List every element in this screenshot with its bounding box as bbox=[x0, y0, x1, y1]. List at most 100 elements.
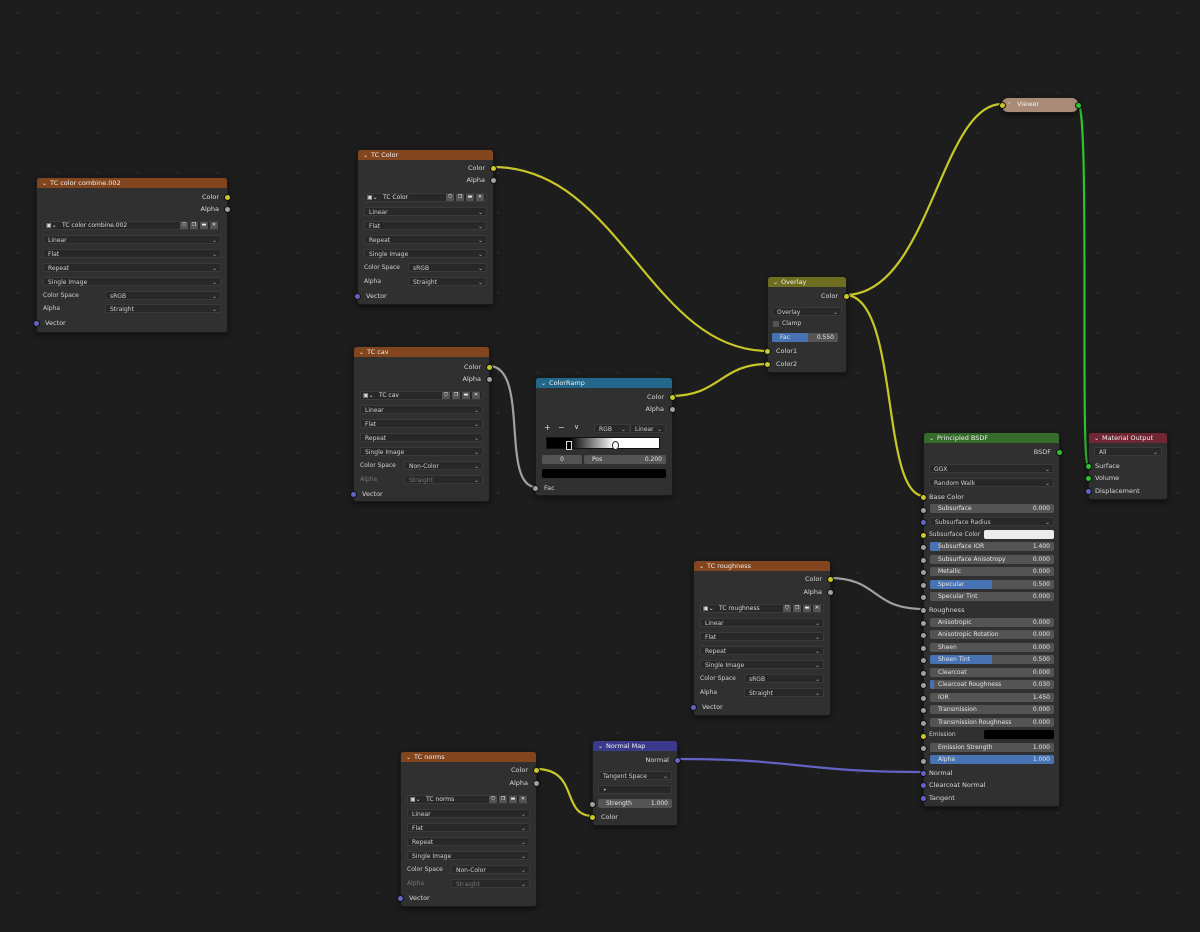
duplicate-icon[interactable]: ❐ bbox=[499, 796, 507, 803]
active-stop-index[interactable]: 0 bbox=[542, 455, 582, 464]
ramp-gradient[interactable] bbox=[546, 437, 660, 449]
socket-input-transmission[interactable] bbox=[920, 707, 927, 714]
folder-icon[interactable]: ▬ bbox=[803, 605, 811, 612]
node-tc-color-combine[interactable]: ⌄ TC color combine.002 Color Alpha ▣⌄ TC … bbox=[33, 177, 231, 333]
ramp-stop-black[interactable] bbox=[566, 441, 573, 450]
metallic-slider[interactable]: Metallic 0.000 bbox=[930, 567, 1054, 576]
projection-dropdown[interactable]: Flat ⌄ bbox=[700, 632, 824, 641]
socket-input-anisotropic-rotation[interactable] bbox=[920, 632, 927, 639]
color-space-dropdown[interactable]: Non-Color ⌄ bbox=[451, 865, 530, 874]
socket-output-color[interactable] bbox=[486, 364, 493, 371]
emission-color-swatch[interactable] bbox=[984, 730, 1054, 739]
socket-input-clearcoat[interactable] bbox=[920, 670, 927, 677]
node-normal-map[interactable]: ⌄ Normal Map Normal Tangent Space ⌄ • Stre… bbox=[589, 740, 681, 826]
specular-tint-slider[interactable]: Specular Tint 0.000 bbox=[930, 592, 1054, 601]
anisotropic-slider[interactable]: Anisotropic 0.000 bbox=[930, 618, 1054, 627]
distribution-dropdown[interactable]: GGX ⌄ bbox=[929, 464, 1054, 473]
socket-input-base-color[interactable] bbox=[920, 494, 927, 501]
socket-input-specular-tint[interactable] bbox=[920, 594, 927, 601]
socket-input-color2[interactable] bbox=[764, 361, 771, 368]
socket-output-color[interactable] bbox=[669, 394, 676, 401]
shield-icon[interactable]: ⛉ bbox=[446, 194, 454, 201]
socket-input-clearcoat-normal[interactable] bbox=[920, 782, 927, 789]
image-selector[interactable]: ▣⌄ TC color combine.002 ⛉ ❐ ▬ ✕ bbox=[43, 221, 221, 230]
socket-input-sheen-tint[interactable] bbox=[920, 657, 927, 664]
socket-output-color[interactable] bbox=[490, 165, 497, 172]
alpha-dropdown[interactable]: Straight ⌄ bbox=[744, 688, 824, 697]
color-mode-dropdown[interactable]: RGB ⌄ bbox=[594, 424, 630, 433]
socket-output-alpha[interactable] bbox=[486, 376, 493, 383]
alpha-dropdown[interactable]: Straight ⌄ bbox=[408, 277, 487, 286]
socket-output-alpha[interactable] bbox=[224, 206, 231, 213]
folder-icon[interactable]: ▬ bbox=[509, 796, 517, 803]
duplicate-icon[interactable]: ❐ bbox=[190, 222, 198, 229]
socket-output-color[interactable] bbox=[533, 767, 540, 774]
stop-color-swatch[interactable] bbox=[542, 469, 666, 478]
socket-input-vector[interactable] bbox=[350, 491, 357, 498]
checkbox-icon[interactable] bbox=[773, 321, 779, 327]
source-dropdown[interactable]: Single Image ⌄ bbox=[407, 851, 530, 860]
interpolation-dropdown[interactable]: Linear ⌄ bbox=[630, 424, 666, 433]
socket-input-vector[interactable] bbox=[397, 895, 404, 902]
interpolation-dropdown[interactable]: Linear ⌄ bbox=[360, 405, 483, 414]
socket-output-alpha[interactable] bbox=[490, 177, 497, 184]
space-dropdown[interactable]: Tangent Space ⌄ bbox=[598, 771, 672, 780]
node-tc-cav[interactable]: ⌄ TC cav Color Alpha ▣⌄ TC cav ⛉ ❐ ▬ ✕ Li… bbox=[350, 346, 493, 502]
image-icon[interactable]: ▣⌄ bbox=[46, 222, 57, 229]
color-space-dropdown[interactable]: Non-Color ⌄ bbox=[404, 461, 483, 470]
chevron-down-icon[interactable]: ⌄ bbox=[359, 348, 364, 357]
node-header[interactable]: ⌄ Overlay bbox=[768, 277, 846, 287]
chevron-down-icon[interactable]: ∨ bbox=[574, 423, 579, 431]
chevron-down-icon[interactable]: ⌄ bbox=[929, 434, 934, 443]
close-icon[interactable]: ✕ bbox=[472, 392, 480, 399]
socket-input-subsurface[interactable] bbox=[920, 507, 927, 514]
minus-icon[interactable]: − bbox=[558, 423, 565, 432]
chevron-down-icon[interactable]: ⌄ bbox=[699, 562, 704, 571]
socket-output-color[interactable] bbox=[843, 293, 850, 300]
folder-icon[interactable]: ▬ bbox=[200, 222, 208, 229]
folder-icon[interactable]: ▬ bbox=[462, 392, 470, 399]
interpolation-dropdown[interactable]: Linear ⌄ bbox=[700, 618, 824, 627]
node-header[interactable]: ⌄ TC Color bbox=[358, 150, 493, 160]
blend-mode-dropdown[interactable]: Overlay ⌄ bbox=[772, 307, 842, 316]
target-dropdown[interactable]: All ⌄ bbox=[1094, 447, 1162, 456]
projection-dropdown[interactable]: Flat ⌄ bbox=[43, 249, 221, 258]
node-viewer[interactable]: › Viewer bbox=[999, 97, 1082, 113]
folder-icon[interactable]: ▬ bbox=[466, 194, 474, 201]
socket-input-color[interactable] bbox=[999, 102, 1006, 109]
duplicate-icon[interactable]: ❐ bbox=[793, 605, 801, 612]
node-tc-roughness[interactable]: ⌄ TC roughness Color Alpha ▣⌄ TC roughnes… bbox=[690, 560, 834, 716]
uv-map-field[interactable]: • bbox=[598, 785, 672, 794]
subsurface-color-swatch[interactable] bbox=[984, 530, 1054, 539]
interpolation-dropdown[interactable]: Linear ⌄ bbox=[364, 207, 487, 216]
clearcoat-slider[interactable]: Clearcoat 0.000 bbox=[930, 668, 1054, 677]
anisotropic-rotation-slider[interactable]: Anisotropic Rotation 0.000 bbox=[930, 630, 1054, 639]
chevron-down-icon[interactable]: ⌄ bbox=[363, 151, 368, 160]
socket-input-anisotropic[interactable] bbox=[920, 620, 927, 627]
node-header[interactable]: ⌄ TC norms bbox=[401, 752, 536, 762]
color-space-dropdown[interactable]: sRGB ⌄ bbox=[408, 263, 487, 272]
sheen-slider[interactable]: Sheen 0.000 bbox=[930, 643, 1054, 652]
image-icon[interactable]: ▣⌄ bbox=[410, 796, 421, 803]
sheen-tint-slider[interactable]: Sheen Tint 0.500 bbox=[930, 655, 1054, 664]
node-tc-color[interactable]: ⌄ TC Color Color Alpha ▣⌄ TC Color ⛉ ❐ ▬ … bbox=[354, 149, 497, 305]
shield-icon[interactable]: ⛉ bbox=[180, 222, 188, 229]
socket-input-tangent[interactable] bbox=[920, 795, 927, 802]
socket-output-color[interactable] bbox=[827, 576, 834, 583]
socket-input-vector[interactable] bbox=[33, 320, 40, 327]
socket-output-alpha[interactable] bbox=[669, 406, 676, 413]
node-overlay[interactable]: ⌄ Overlay Color Overlay ⌄ Clamp Fac 0.550 C… bbox=[764, 276, 850, 373]
alpha-dropdown[interactable]: Straight ⌄ bbox=[105, 304, 221, 313]
projection-dropdown[interactable]: Flat ⌄ bbox=[407, 823, 530, 832]
socket-input-displacement[interactable] bbox=[1085, 488, 1092, 495]
image-selector[interactable]: ▣⌄ TC norms ⛉ ❐ ▬ ✕ bbox=[407, 795, 530, 804]
socket-output-alpha[interactable] bbox=[827, 589, 834, 596]
node-header[interactable]: ⌄ TC cav bbox=[354, 347, 489, 357]
ramp-stop-white[interactable] bbox=[612, 441, 619, 450]
node-colorramp[interactable]: ⌄ ColorRamp Color Alpha + − ∨ RGB ⌄ Linear… bbox=[532, 377, 676, 496]
subsurface-method-dropdown[interactable]: Random Walk ⌄ bbox=[929, 478, 1054, 487]
socket-input-metallic[interactable] bbox=[920, 569, 927, 576]
source-dropdown[interactable]: Single Image ⌄ bbox=[43, 277, 221, 286]
socket-input-color[interactable] bbox=[589, 814, 596, 821]
close-icon[interactable]: ✕ bbox=[519, 796, 527, 803]
